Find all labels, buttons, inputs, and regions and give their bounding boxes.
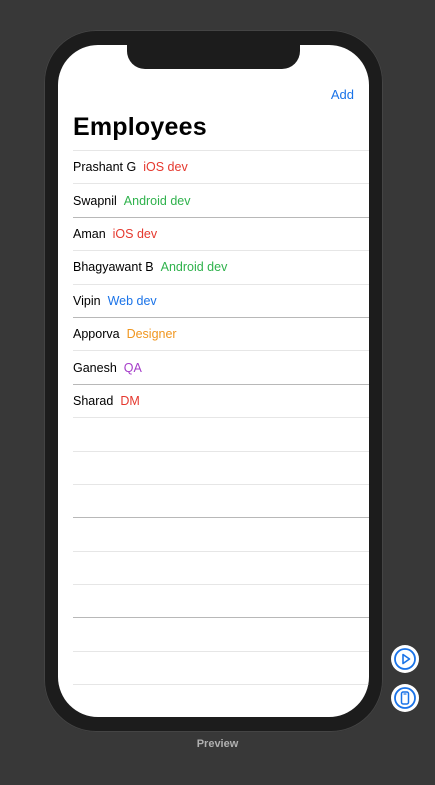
preview-caption: Preview bbox=[196, 738, 239, 750]
employee-name: Swapnil bbox=[73, 193, 117, 208]
list-item[interactable]: Vipin Web dev bbox=[73, 283, 369, 317]
employee-role: QA bbox=[123, 360, 142, 375]
employee-role: DM bbox=[120, 393, 140, 408]
empty-row bbox=[73, 650, 369, 684]
empty-row bbox=[73, 584, 369, 617]
employee-role: Designer bbox=[126, 327, 177, 342]
employee-name: Apporva bbox=[73, 327, 120, 342]
employee-name: Prashant G bbox=[73, 160, 137, 175]
employee-role: Android dev bbox=[160, 260, 228, 275]
list-item[interactable]: Ganesh QA bbox=[73, 350, 369, 383]
empty-row bbox=[73, 550, 369, 584]
live-preview-button[interactable] bbox=[391, 645, 419, 673]
empty-row bbox=[73, 617, 369, 650]
list-item[interactable]: Sharad DM bbox=[73, 383, 369, 417]
list-item[interactable]: Swapnil Android dev bbox=[73, 183, 369, 216]
employee-role: Web dev bbox=[107, 293, 157, 308]
employee-name: Vipin bbox=[73, 293, 101, 308]
list-item[interactable]: Prashant G iOS dev bbox=[73, 150, 369, 183]
list-item[interactable]: Apporva Designer bbox=[73, 316, 369, 350]
employee-name: Bhagyawant B bbox=[73, 260, 154, 275]
employee-role: Android dev bbox=[123, 193, 191, 208]
employee-name: Sharad bbox=[73, 393, 114, 408]
list-item[interactable]: Bhagyawant B Android dev bbox=[73, 250, 369, 283]
page-title: Employees bbox=[73, 113, 207, 141]
employee-name: Ganesh bbox=[73, 360, 117, 375]
employee-list[interactable]: Prashant G iOS dev Swapnil Android dev A… bbox=[73, 150, 369, 717]
device-notch bbox=[127, 45, 300, 69]
empty-row bbox=[73, 483, 369, 517]
device-icon bbox=[394, 687, 416, 709]
empty-row bbox=[73, 517, 369, 550]
employee-role: iOS dev bbox=[112, 226, 158, 241]
app-screen: Add Employees Prashant G iOS dev Swapnil… bbox=[58, 45, 369, 717]
device-preview-button[interactable] bbox=[391, 684, 419, 712]
employee-name: Aman bbox=[73, 226, 106, 241]
empty-row bbox=[73, 450, 369, 484]
list-item[interactable]: Aman iOS dev bbox=[73, 216, 369, 250]
empty-row bbox=[73, 684, 369, 717]
play-circle-icon bbox=[394, 648, 416, 670]
empty-row bbox=[73, 417, 369, 450]
employee-role: iOS dev bbox=[143, 160, 188, 175]
add-button[interactable]: Add bbox=[331, 87, 354, 102]
